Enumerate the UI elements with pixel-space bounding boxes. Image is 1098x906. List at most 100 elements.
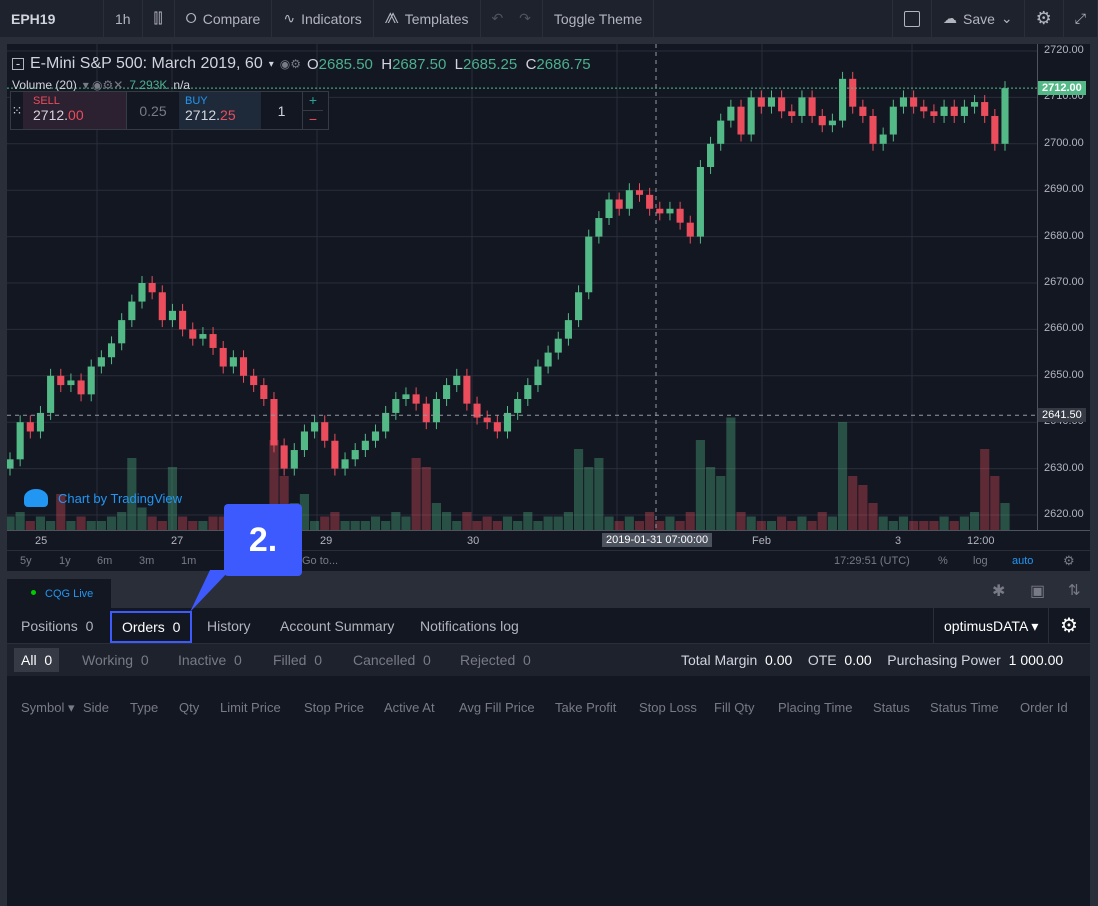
column-header[interactable]: Stop Price: [304, 700, 364, 715]
fullscreen-button[interactable]: ⤢: [1064, 0, 1098, 38]
sell-button[interactable]: SELL 2712.00: [23, 92, 127, 129]
goto-button[interactable]: Go to...: [302, 555, 338, 567]
volume-bar: [990, 476, 1000, 530]
column-header[interactable]: Qty: [179, 700, 199, 715]
interval-button[interactable]: 1h: [104, 0, 143, 38]
undo-redo[interactable]: ↶ ↷: [481, 0, 543, 38]
candle: [321, 422, 329, 441]
candle: [646, 194, 654, 209]
indicators-icon: ∿: [283, 10, 296, 26]
column-header[interactable]: Take Profit: [555, 700, 616, 715]
range-1y[interactable]: 1y: [59, 555, 71, 567]
save-button[interactable]: ☁ Save ⌄: [932, 0, 1025, 38]
filter-inactive[interactable]: Inactive 0: [178, 652, 242, 668]
eye-icon[interactable]: ◉⚙: [280, 57, 301, 71]
range-6m[interactable]: 6m: [97, 555, 112, 567]
volume-bar: [86, 521, 96, 530]
volume-bar: [604, 516, 614, 530]
redo-icon[interactable]: ↷: [519, 10, 531, 27]
volume-bar: [320, 516, 330, 530]
column-header[interactable]: Placing Time: [778, 700, 852, 715]
volume-bar: [340, 521, 350, 530]
filter-cancelled[interactable]: Cancelled 0: [353, 652, 431, 668]
volume-title[interactable]: Volume (20): [12, 78, 77, 92]
column-header[interactable]: Type: [130, 700, 158, 715]
volume-bar: [421, 467, 431, 530]
candle: [128, 301, 136, 321]
column-header[interactable]: Avg Fill Price: [459, 700, 535, 715]
volume-bar: [949, 521, 959, 530]
filter-all[interactable]: All 0: [14, 648, 60, 672]
compare-button[interactable]: ⭘ Compare: [175, 0, 273, 38]
column-header[interactable]: Limit Price: [220, 700, 281, 715]
toggle-theme-button[interactable]: Toggle Theme: [543, 0, 655, 38]
candle: [97, 357, 105, 367]
collapse-icon[interactable]: -: [12, 57, 24, 70]
account-select[interactable]: optimusDATA ▾: [933, 608, 1050, 644]
column-header[interactable]: Stop Loss: [639, 700, 697, 715]
candle: [564, 320, 572, 339]
column-header[interactable]: Active At: [384, 700, 435, 715]
chart-type-button[interactable]: ⫿⫿: [143, 0, 175, 38]
range-1m[interactable]: 1m: [181, 555, 196, 567]
fullscreen-box-button[interactable]: [892, 0, 932, 38]
maximize-panel-icon[interactable]: ⇅: [1068, 581, 1081, 599]
volume-bar: [695, 440, 705, 530]
volume-bar: [492, 521, 502, 530]
volume-bar: [452, 521, 462, 530]
quantity-value[interactable]: 1: [261, 92, 303, 129]
tab-account-summary[interactable]: Account Summary: [280, 618, 394, 634]
filter-working[interactable]: Working 0: [82, 652, 149, 668]
plus-icon[interactable]: +: [303, 92, 323, 111]
candle: [443, 385, 451, 399]
time-axis[interactable]: 25 27 29 30 Feb 3 12:00 2019-01-31 07:00:00: [7, 530, 1090, 550]
candle: [910, 97, 918, 107]
symbol-search[interactable]: EPH19: [0, 0, 104, 38]
clock[interactable]: 17:29:51 (UTC): [834, 555, 910, 567]
drag-handle-icon[interactable]: ⁙: [11, 92, 23, 129]
candle: [422, 403, 430, 423]
bug-icon[interactable]: ✱: [992, 581, 1005, 601]
chevron-down-icon[interactable]: ▾: [269, 59, 274, 70]
percent-toggle[interactable]: %: [938, 555, 948, 567]
volume-controls-icon[interactable]: ▾ ◉⚙✕: [83, 78, 124, 92]
log-toggle[interactable]: log: [973, 555, 988, 567]
column-header[interactable]: Order Id: [1020, 700, 1068, 715]
candle: [331, 440, 339, 469]
column-header[interactable]: Fill Qty: [714, 700, 754, 715]
column-header[interactable]: Side: [83, 700, 109, 715]
series-title[interactable]: E-Mini S&P 500: March 2019, 60: [30, 55, 263, 73]
range-5y[interactable]: 5y: [20, 555, 32, 567]
expand-icon: ⤢: [1074, 10, 1086, 26]
tab-history[interactable]: History: [207, 618, 251, 634]
broker-tab[interactable]: CQG Live: [7, 579, 111, 608]
candle: [199, 334, 207, 339]
filter-filled[interactable]: Filled 0: [273, 652, 322, 668]
tradingview-watermark[interactable]: Chart by TradingView: [24, 489, 182, 507]
tab-notifications-log[interactable]: Notifications log: [420, 618, 519, 634]
minus-icon[interactable]: −: [303, 111, 323, 127]
candle: [859, 106, 867, 116]
gear-icon[interactable]: ⚙: [1060, 613, 1078, 638]
indicators-button[interactable]: ∿ Indicators: [272, 0, 374, 38]
auto-toggle[interactable]: auto: [1012, 555, 1033, 567]
column-header[interactable]: Status Time: [930, 700, 999, 715]
volume-bar: [817, 512, 827, 530]
indicators-label: Indicators: [301, 10, 362, 27]
settings-button[interactable]: ⚙: [1025, 0, 1064, 38]
filter-rejected[interactable]: Rejected 0: [460, 652, 531, 668]
gear-icon[interactable]: ⚙: [1063, 553, 1075, 569]
column-header[interactable]: Symbol ▾: [21, 700, 75, 716]
camera-icon[interactable]: ▣: [1030, 581, 1045, 601]
tab-positions[interactable]: Positions 0: [21, 618, 93, 634]
volume-bar: [96, 521, 106, 530]
price-axis[interactable]: 2720.00 2710.00 2700.00 2690.00 2680.00 2670.…: [1037, 44, 1090, 530]
tab-orders[interactable]: Orders 0: [110, 611, 193, 643]
column-header[interactable]: Status: [873, 700, 910, 715]
candle: [168, 310, 177, 321]
templates-button[interactable]: ⨇ Templates: [374, 0, 481, 38]
candle: [453, 375, 461, 386]
buy-button[interactable]: BUY 2712.25: [179, 92, 261, 129]
undo-icon[interactable]: ↶: [492, 10, 504, 27]
range-3m[interactable]: 3m: [139, 555, 154, 567]
